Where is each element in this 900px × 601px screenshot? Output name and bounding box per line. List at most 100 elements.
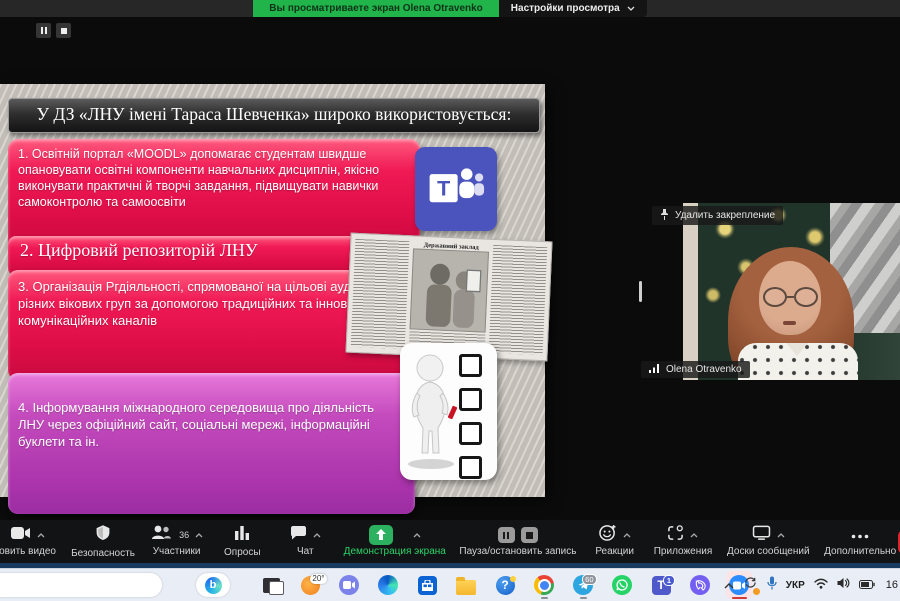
- get-help-button[interactable]: ?: [492, 571, 518, 599]
- viber-button[interactable]: [687, 571, 713, 599]
- pause-recording-icon[interactable]: [498, 527, 515, 543]
- polls-button[interactable]: Опросы: [214, 518, 270, 565]
- whiteboard-icon: [752, 525, 771, 545]
- whiteboards-button[interactable]: Доски сообщений: [723, 518, 813, 565]
- teams-badge: 1: [663, 575, 674, 586]
- share-mini-controls: [36, 23, 71, 38]
- more-icon: [851, 526, 869, 544]
- teams-chat-icon: [339, 575, 359, 595]
- glasses: [763, 287, 818, 307]
- microphone-icon[interactable]: [767, 576, 777, 595]
- checkbox-item: [459, 422, 482, 445]
- viber-icon: [690, 575, 710, 595]
- apps-icon: [667, 525, 684, 546]
- participant-name-label: Olena Otravenko: [641, 361, 750, 378]
- clock[interactable]: 16: [886, 579, 898, 591]
- chat-icon: [290, 525, 307, 545]
- chat-button[interactable]: Чат: [277, 518, 333, 565]
- teams-button[interactable]: T 1: [648, 571, 674, 599]
- language-indicator[interactable]: УКР: [786, 580, 805, 591]
- folder-icon: [456, 580, 476, 595]
- presentation-slide: У ДЗ «ЛНУ імені Тараса Шевченка» широко …: [0, 84, 545, 497]
- hidden-icons-chevron[interactable]: [724, 576, 734, 594]
- reactions-caret[interactable]: [623, 533, 631, 538]
- teams-chat-button[interactable]: [336, 571, 362, 599]
- sync-status-icon[interactable]: [743, 576, 758, 594]
- task-view-button[interactable]: [258, 571, 284, 599]
- pause-share-button[interactable]: [36, 23, 51, 38]
- share-options-caret[interactable]: [413, 533, 421, 538]
- checkbox-item: [459, 388, 482, 411]
- chrome-button[interactable]: [531, 571, 557, 599]
- security-button[interactable]: Безопасность: [67, 518, 139, 565]
- battery-icon[interactable]: [859, 576, 875, 594]
- checkbox-item: [459, 456, 482, 479]
- telegram-icon: 60: [573, 575, 593, 595]
- file-explorer-button[interactable]: [453, 571, 479, 599]
- temperature-badge: 20°: [310, 574, 326, 584]
- microsoft-store-button[interactable]: [414, 571, 440, 599]
- telegram-button[interactable]: 60: [570, 571, 596, 599]
- whiteboards-caret[interactable]: [777, 533, 785, 538]
- participant-video-tile[interactable]: [683, 203, 900, 380]
- share-screen-button[interactable]: Демонстрация экрана: [340, 518, 449, 565]
- more-button[interactable]: Дополнительно: [820, 518, 900, 565]
- video-camera-icon: [11, 526, 31, 545]
- pause-stop-recording-button[interactable]: Пауза/остановить запись: [456, 518, 579, 565]
- weather-sun-icon: 20°: [301, 576, 320, 595]
- telegram-badge: 60: [582, 574, 597, 585]
- system-tray: УКР 16: [724, 569, 898, 601]
- zoom-meeting-window: Вы просматриваете экран Olena Otravenko …: [0, 0, 900, 600]
- whatsapp-button[interactable]: [609, 571, 635, 599]
- participants-button[interactable]: 36 Участники: [146, 518, 207, 565]
- unpin-video-button[interactable]: Удалить закрепление: [652, 206, 783, 225]
- checklist-figure-card: [400, 343, 497, 480]
- volume-icon[interactable]: [837, 576, 850, 594]
- participants-count: 36: [179, 530, 189, 540]
- view-settings-label: Настройки просмотра: [511, 0, 620, 17]
- connection-signal-icon: [649, 364, 660, 376]
- video-options-caret[interactable]: [37, 533, 45, 538]
- checkbox-list: [459, 354, 482, 479]
- top-banner-bar: Вы просматриваете экран Olena Otravenko …: [0, 0, 900, 17]
- newspaper-photo: [410, 249, 489, 333]
- wifi-icon[interactable]: [814, 576, 828, 594]
- bing-chat-button[interactable]: b: [196, 573, 230, 597]
- shield-icon: [95, 524, 111, 546]
- share-screen-icon: [369, 525, 393, 545]
- windows-taskbar: b 20° ?: [0, 568, 900, 601]
- chat-caret[interactable]: [313, 533, 321, 538]
- help-icon: ?: [496, 576, 515, 595]
- edge-browser-button[interactable]: [375, 571, 401, 599]
- widgets-weather-button[interactable]: 20°: [297, 571, 323, 599]
- taskbar-search-input[interactable]: [0, 573, 162, 597]
- participants-caret[interactable]: [195, 533, 203, 538]
- zoom-toolbar: овить видео Безопасность 36 Участники: [0, 520, 900, 563]
- apps-caret[interactable]: [690, 533, 698, 538]
- chevron-down-icon: [627, 0, 635, 17]
- stop-recording-icon[interactable]: [521, 527, 538, 543]
- viewing-banner: Вы просматриваете экран Olena Otravenko: [253, 0, 499, 17]
- newspaper-text-column: [488, 245, 547, 355]
- apps-button[interactable]: Приложения: [650, 518, 717, 565]
- reactions-icon: [599, 524, 617, 546]
- slide-bullet-4: 4. Інформування міжнародного середовища …: [8, 373, 415, 514]
- svg-text:T: T: [437, 177, 450, 201]
- bing-icon: b: [205, 577, 222, 594]
- slide-title: У ДЗ «ЛНУ імені Тараса Шевченка» широко …: [8, 98, 540, 133]
- edge-icon: [378, 575, 398, 595]
- teams-icon: T 1: [652, 576, 671, 595]
- checkbox-item: [459, 354, 482, 377]
- view-settings-button[interactable]: Настройки просмотра: [499, 0, 647, 17]
- shared-screen-stage: У ДЗ «ЛНУ імені Тараса Шевченка» широко …: [0, 17, 900, 520]
- stop-share-button[interactable]: [56, 23, 71, 38]
- store-icon: [418, 576, 437, 595]
- poll-icon: [234, 525, 250, 545]
- stop-video-button[interactable]: овить видео: [0, 518, 60, 565]
- chrome-icon: [534, 575, 554, 595]
- reactions-button[interactable]: Реакции: [587, 518, 643, 565]
- pin-icon: [660, 209, 669, 223]
- microsoft-teams-logo: T: [415, 147, 497, 231]
- newspaper-text-column: [351, 239, 410, 349]
- panel-resize-handle[interactable]: [639, 281, 642, 302]
